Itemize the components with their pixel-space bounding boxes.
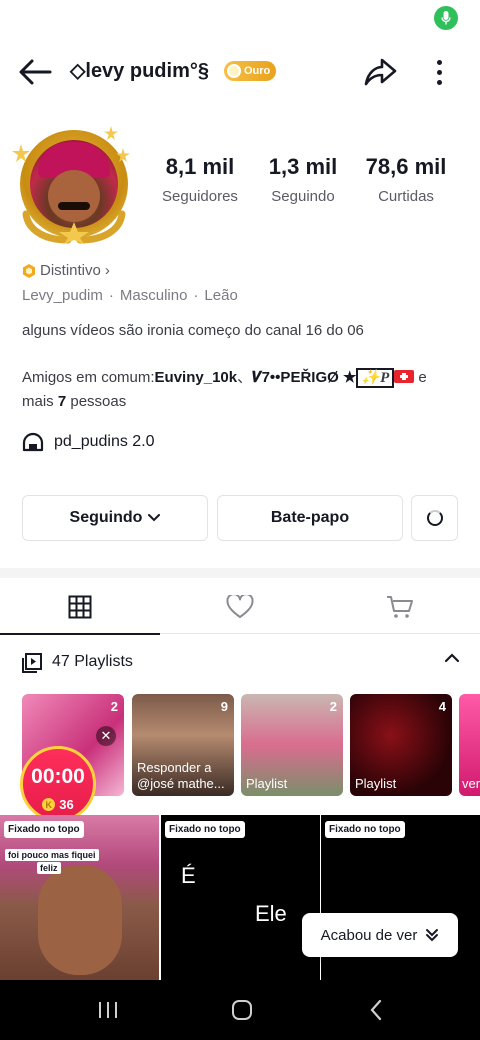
- stat-value: 8,1 mil: [165, 154, 235, 179]
- playlist-label: Playlist: [246, 776, 288, 791]
- live-coin-count: 36: [59, 797, 74, 812]
- playlist-card[interactable]: 9 Responder a @josé mathe...: [132, 694, 234, 796]
- profile-header: ◇levy pudim°§ Ouro: [0, 44, 480, 100]
- back-nav-icon[interactable]: [356, 998, 396, 1022]
- following-label: Seguindo: [69, 509, 143, 526]
- live-timer-badge[interactable]: 00:00 K 36: [20, 746, 96, 822]
- friend-tag: ✨P: [356, 368, 395, 388]
- stat-value: 1,3 mil: [268, 154, 338, 179]
- tab-liked[interactable]: [160, 580, 320, 634]
- stat-likes[interactable]: 78,6 mil Curtidas: [356, 154, 456, 205]
- pinned-label: Fixado no topo: [325, 821, 405, 838]
- section-divider: [0, 568, 480, 578]
- playlist-count: 4: [438, 699, 446, 714]
- playlist-icon: [22, 653, 42, 673]
- group-dome-icon: [22, 432, 44, 452]
- tier-badge-label: Ouro: [244, 65, 271, 77]
- playlist-count: 9: [220, 699, 228, 714]
- heart-icon: [226, 595, 254, 618]
- stat-value: 78,6 mil: [365, 154, 447, 179]
- more-options-icon[interactable]: [424, 52, 454, 92]
- video-caption: foi pouco mas fiquei: [5, 849, 99, 861]
- video-caption: feliz: [37, 862, 61, 874]
- system-navigation-bar: [0, 980, 480, 1040]
- star-icon: [116, 148, 130, 162]
- gold-coin-icon: [227, 64, 241, 78]
- group-name: pd_pudins 2.0: [54, 433, 155, 450]
- recent-apps-icon[interactable]: [88, 998, 128, 1022]
- mutual-friends[interactable]: Amigos em comum:Euviny_10k、𝑽7••PEŘIGØ ★ ✨…: [22, 366, 462, 414]
- following-button[interactable]: Seguindo: [22, 495, 208, 541]
- tier-badge[interactable]: Ouro: [224, 61, 277, 81]
- stat-label: Seguindo: [271, 188, 335, 205]
- laurel-icon: [22, 210, 126, 244]
- tab-videos[interactable]: [0, 580, 160, 635]
- friend-separator: 、: [237, 369, 253, 386]
- cart-icon: [387, 596, 413, 618]
- star-icon: [104, 126, 118, 140]
- chat-label: Bate-papo: [270, 509, 350, 526]
- pinned-label: Fixado no topo: [165, 821, 245, 838]
- playlist-card[interactable]: 4 Playlist: [350, 694, 452, 796]
- tab-shop[interactable]: [320, 580, 480, 634]
- chat-button[interactable]: Bate-papo: [217, 495, 403, 541]
- friend-name: 𝑽7••PEŘIGØ ★: [252, 369, 357, 386]
- chevron-down-icon: [148, 514, 161, 522]
- swiss-flag-icon: [394, 370, 415, 383]
- badge-hex-icon: [23, 263, 35, 278]
- double-chevron-down-icon: [426, 929, 439, 942]
- profile-handle: Levy_pudim: [22, 287, 103, 304]
- home-icon[interactable]: [222, 998, 262, 1022]
- last-watched-button[interactable]: Acabou de ver: [302, 913, 458, 957]
- grid-icon: [68, 595, 92, 619]
- friends-prefix: Amigos em comum:: [22, 369, 155, 386]
- k-coin-icon: K: [42, 798, 56, 811]
- profile-gender: Masculino: [119, 287, 188, 304]
- profile-bio: alguns vídeos são ironia começo do canal…: [22, 322, 364, 339]
- video-thumbnail[interactable]: Fixado no topo foi pouco mas fiquei feli…: [0, 815, 159, 980]
- distintivo-link[interactable]: Distintivo ›: [22, 262, 110, 279]
- profile-username: ◇levy pudim°§: [70, 60, 209, 82]
- stat-following[interactable]: 1,3 mil Seguindo: [253, 154, 353, 205]
- profile-meta: Levy_pudim · Masculino · Leão: [22, 287, 238, 304]
- friend-name: Euviny_10k: [154, 369, 238, 386]
- profile-avatar[interactable]: [12, 126, 136, 244]
- video-thumbnail[interactable]: Fixado no topo É Ele: [161, 815, 320, 980]
- playlist-label: Responder a @josé mathe...: [137, 760, 225, 791]
- share-icon[interactable]: [360, 52, 400, 92]
- live-coins: K 36: [23, 797, 93, 812]
- close-icon[interactable]: ✕: [96, 726, 116, 746]
- playlists-header[interactable]: 47 Playlists: [0, 650, 480, 676]
- profile-sign: Leão: [204, 287, 238, 304]
- playlist-count: 2: [110, 699, 118, 714]
- playlist-label: Playlist: [355, 776, 397, 791]
- stat-label: Curtidas: [378, 188, 434, 205]
- distintivo-label: Distintivo: [40, 262, 101, 279]
- friends-count: 7: [57, 393, 67, 410]
- video-text: É: [181, 863, 196, 888]
- stat-label: Seguidores: [162, 188, 238, 205]
- status-bar: [0, 0, 480, 38]
- suggested-accounts-button[interactable]: [411, 495, 458, 541]
- loading-ring-icon: [426, 510, 443, 526]
- video-text: Ele: [255, 901, 287, 926]
- chevron-right-icon: ›: [104, 262, 110, 279]
- friends-suffix: pessoas: [66, 393, 127, 410]
- live-time: 00:00: [31, 765, 85, 788]
- back-arrow-icon[interactable]: [18, 54, 58, 90]
- group-link[interactable]: pd_pudins 2.0: [22, 432, 155, 452]
- chevron-up-icon[interactable]: [444, 652, 460, 664]
- profile-stats: 8,1 mil Seguidores 1,3 mil Seguindo 78,6…: [150, 154, 466, 214]
- last-watched-label: Acabou de ver: [320, 926, 418, 944]
- star-icon: [12, 144, 30, 162]
- stat-followers[interactable]: 8,1 mil Seguidores: [150, 154, 250, 205]
- playlists-title: 47 Playlists: [52, 653, 133, 670]
- playlist-count: 2: [329, 699, 337, 714]
- playlist-label: ver: [462, 776, 480, 791]
- mic-icon: [434, 6, 458, 30]
- playlist-card[interactable]: 2 Playlist: [241, 694, 343, 796]
- pinned-label: Fixado no topo: [4, 821, 84, 838]
- playlist-card[interactable]: ver: [459, 694, 480, 796]
- content-tabs: [0, 580, 480, 635]
